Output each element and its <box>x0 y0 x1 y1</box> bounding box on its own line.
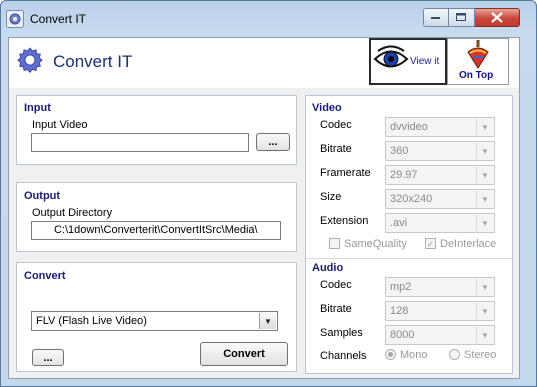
input-video-label: Input Video <box>32 119 88 131</box>
chevron-down-icon[interactable]: ▼ <box>476 279 493 295</box>
audio-bitrate-select[interactable]: 128 ▼ <box>385 301 495 321</box>
audio-codec-value: mp2 <box>390 281 412 293</box>
deinterlace-label: DeInterlace <box>440 238 497 250</box>
chevron-down-icon[interactable]: ▼ <box>476 167 493 183</box>
output-format-value: FLV (Flash Live Video) <box>36 315 147 327</box>
video-bitrate-select[interactable]: 360 ▼ <box>385 141 495 161</box>
minimize-icon <box>431 16 440 19</box>
framerate-label: Framerate <box>320 167 371 179</box>
browse-input-button[interactable]: ... <box>256 133 290 151</box>
deinterlace-checkbox[interactable]: ✓ <box>425 238 436 249</box>
same-quality-label: SameQuality <box>344 238 407 250</box>
stereo-label: Stereo <box>464 349 497 361</box>
chevron-down-icon[interactable]: ▼ <box>476 143 493 159</box>
video-codec-value: dvvideo <box>390 121 428 133</box>
window-title: Convert IT <box>30 12 87 26</box>
video-codec-select[interactable]: dvvideo ▼ <box>385 117 495 137</box>
mono-label: Mono <box>400 349 428 361</box>
size-select[interactable]: 320x240 ▼ <box>385 189 495 209</box>
extension-label: Extension <box>320 215 369 227</box>
chevron-down-icon[interactable]: ▼ <box>476 119 493 135</box>
audio-section-title: Audio <box>312 262 344 274</box>
audio-bitrate-value: 128 <box>390 305 409 317</box>
chevron-down-icon[interactable]: ▼ <box>476 327 493 343</box>
chevron-down-icon[interactable]: ▼ <box>259 313 276 329</box>
output-panel-title: Output <box>24 190 61 202</box>
size-label: Size <box>320 191 342 203</box>
section-divider <box>306 258 512 259</box>
view-it-label: View it <box>410 56 440 67</box>
framerate-value: 29.97 <box>390 169 418 181</box>
video-codec-label: Codec <box>320 119 352 131</box>
channels-label: Channels <box>320 350 367 362</box>
stereo-radio[interactable] <box>449 349 460 360</box>
app-window-icon <box>6 10 24 28</box>
input-panel-title: Input <box>24 102 51 114</box>
output-directory-field[interactable]: C:\1down\Converterit\ConvertItSrc\Media\ <box>31 221 281 240</box>
close-icon <box>491 12 503 23</box>
chevron-down-icon[interactable]: ▼ <box>476 303 493 319</box>
video-section-title: Video <box>312 102 342 114</box>
output-format-select[interactable]: FLV (Flash Live Video) ▼ <box>31 311 278 331</box>
extension-value: .avi <box>390 217 408 229</box>
same-quality-checkbox[interactable] <box>329 238 340 249</box>
convert-button[interactable]: Convert <box>200 342 288 366</box>
app-title: Convert IT <box>53 52 133 71</box>
maximize-icon <box>456 13 466 21</box>
minimize-button[interactable] <box>423 8 449 27</box>
size-value: 320x240 <box>390 193 433 205</box>
framerate-select[interactable]: 29.97 ▼ <box>385 165 495 185</box>
more-options-button[interactable]: ... <box>32 349 64 366</box>
chevron-down-icon[interactable]: ▼ <box>476 191 493 207</box>
maximize-button[interactable] <box>449 8 475 27</box>
samples-select[interactable]: 8000 ▼ <box>385 325 495 345</box>
audio-bitrate-label: Bitrate <box>320 303 352 315</box>
close-button[interactable] <box>475 8 520 27</box>
samples-value: 8000 <box>390 329 415 341</box>
spinning-top-icon <box>466 40 490 70</box>
extension-select[interactable]: .avi ▼ <box>385 213 495 233</box>
gear-icon <box>16 46 44 74</box>
video-bitrate-value: 360 <box>390 145 409 157</box>
audio-codec-label: Codec <box>320 279 352 291</box>
on-top-label: On Top <box>459 70 494 81</box>
video-bitrate-label: Bitrate <box>320 143 352 155</box>
mono-radio[interactable] <box>385 349 396 360</box>
output-directory-label: Output Directory <box>32 207 113 219</box>
input-video-field[interactable] <box>31 133 249 152</box>
audio-codec-select[interactable]: mp2 ▼ <box>385 277 495 297</box>
eye-icon <box>373 44 409 74</box>
chevron-down-icon[interactable]: ▼ <box>476 215 493 231</box>
convert-panel-title: Convert <box>24 270 66 282</box>
samples-label: Samples <box>320 327 363 339</box>
